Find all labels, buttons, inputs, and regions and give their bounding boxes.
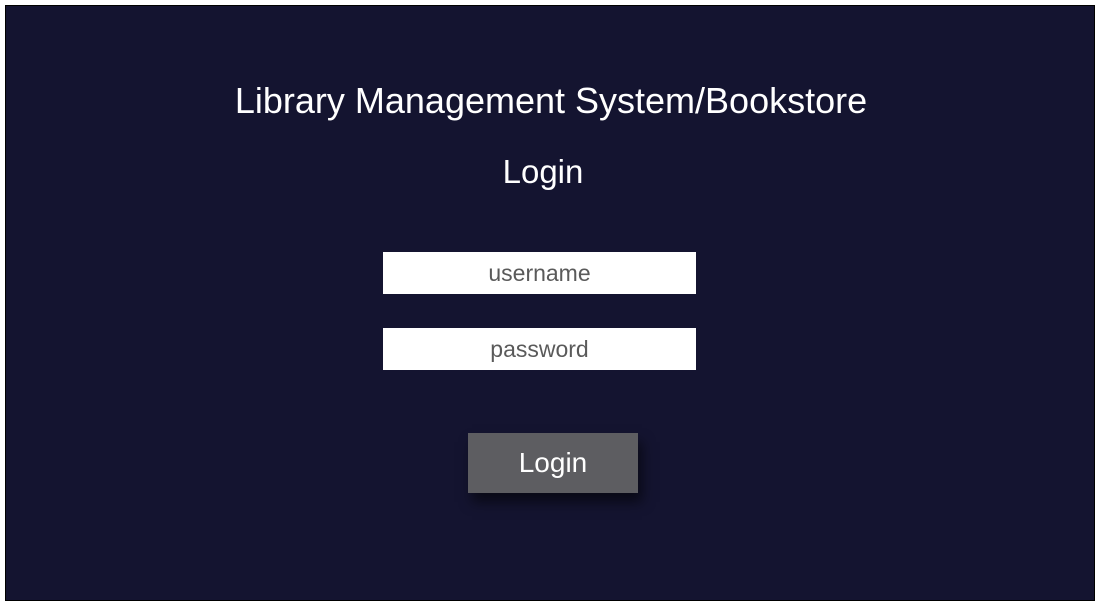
- login-screen: Library Management System/Bookstore Logi…: [5, 5, 1095, 601]
- login-heading: Login: [502, 153, 584, 190]
- login-button[interactable]: Login: [468, 433, 638, 493]
- password-input[interactable]: [383, 328, 696, 370]
- username-input[interactable]: [383, 252, 696, 294]
- app-title: Library Management System/Bookstore: [234, 80, 868, 121]
